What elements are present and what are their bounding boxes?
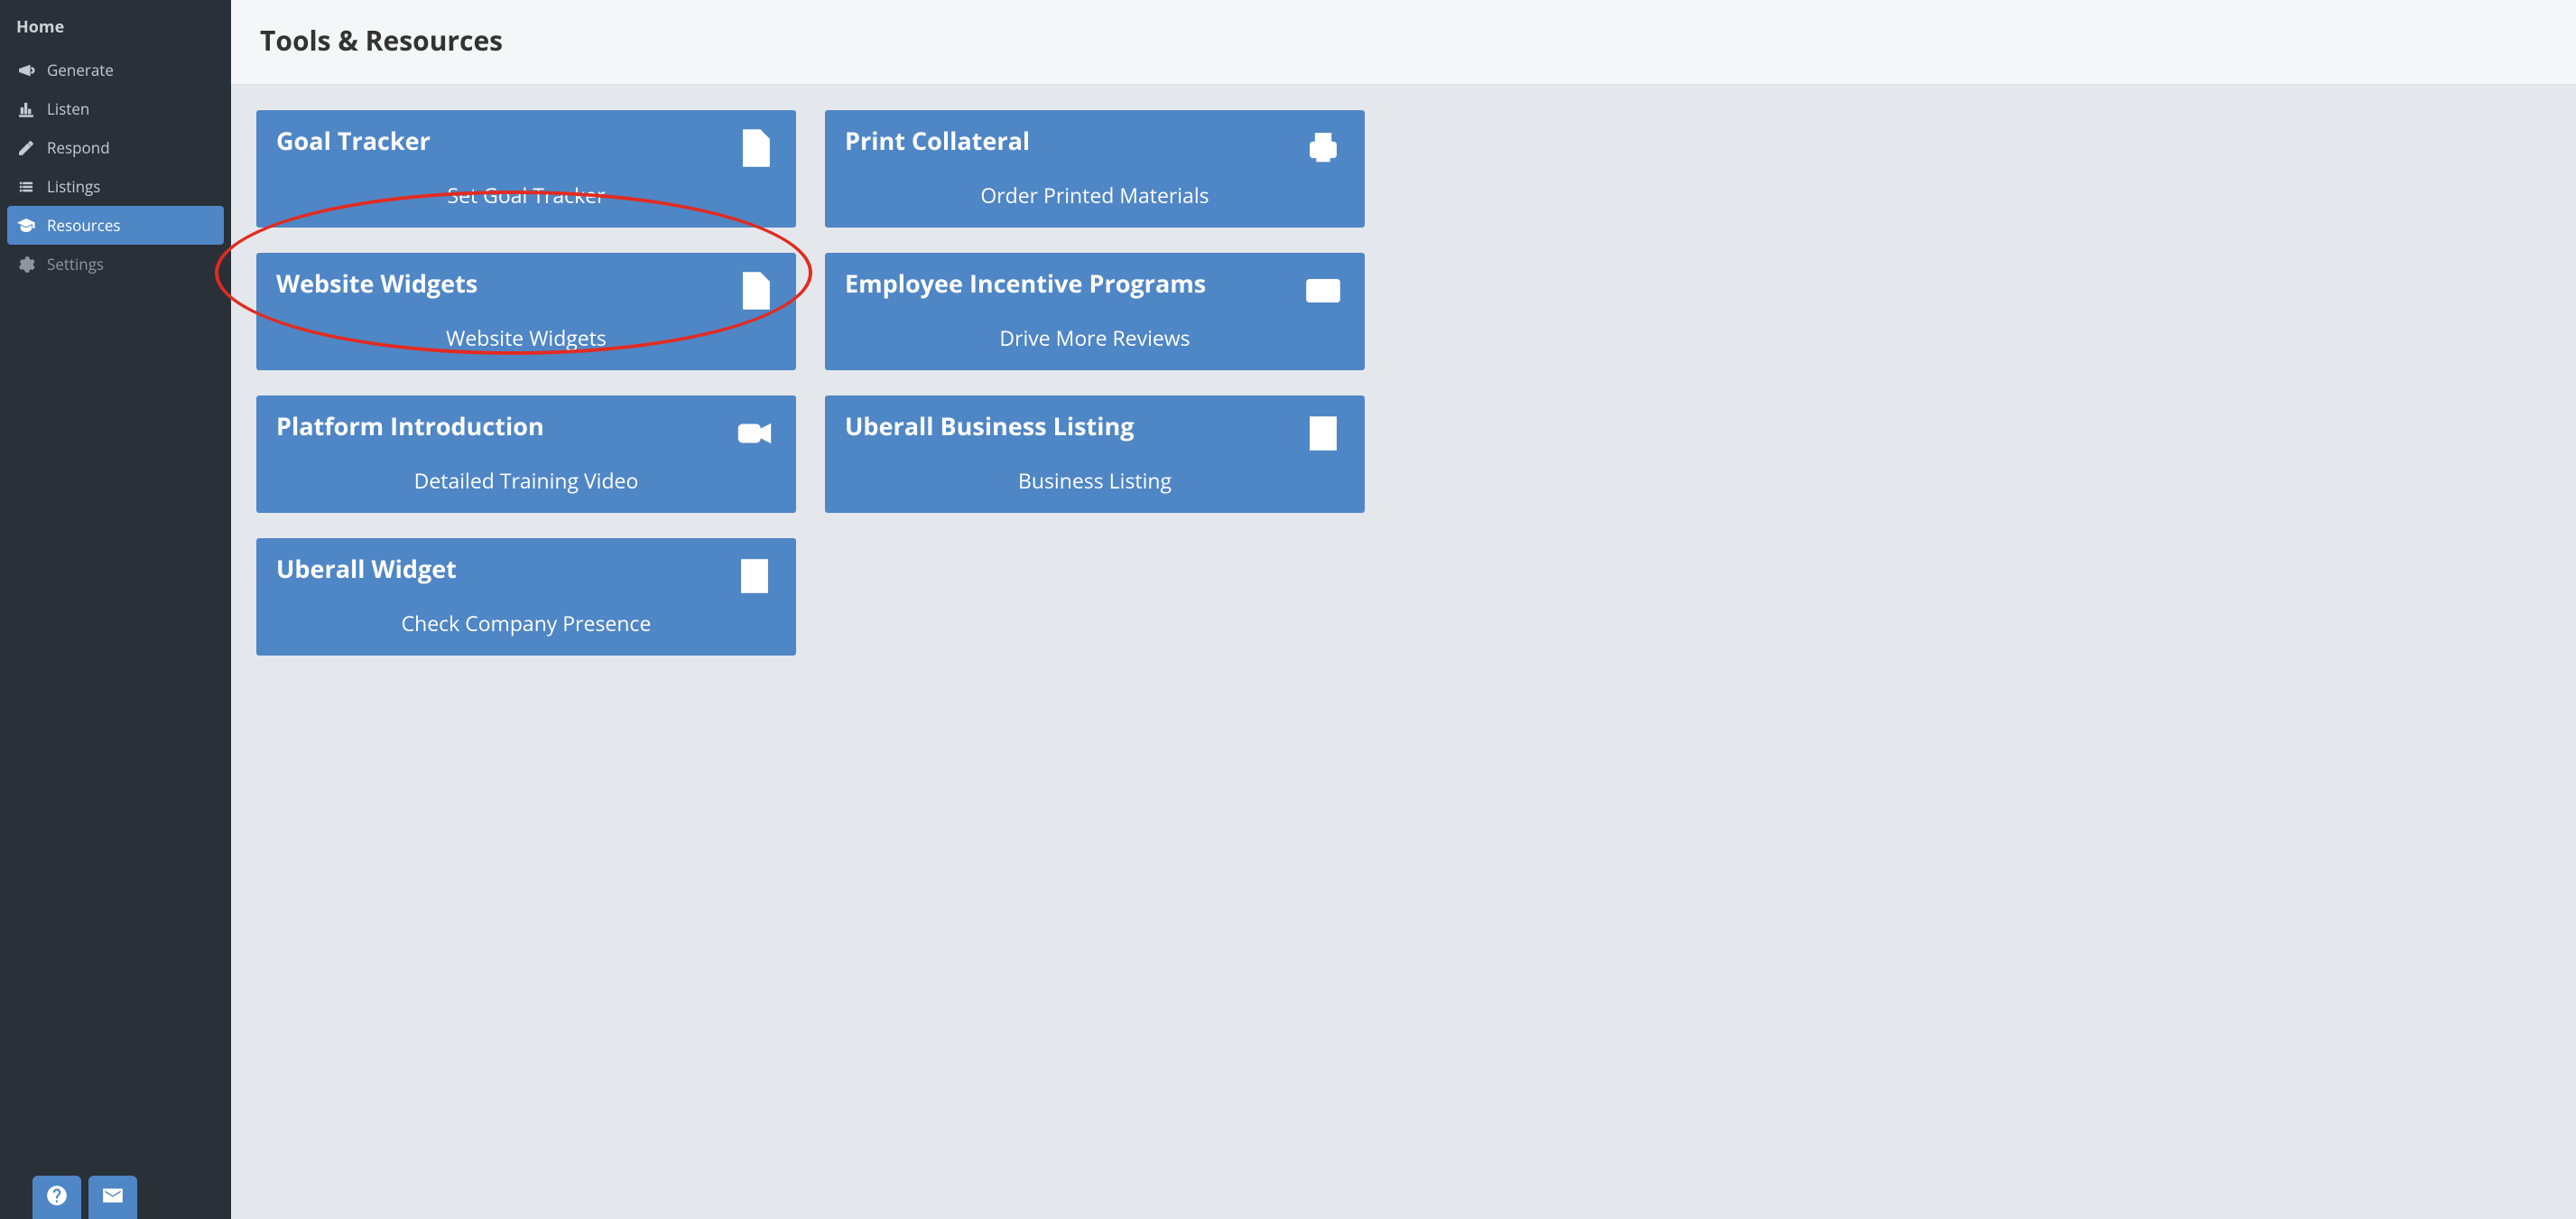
messages-button[interactable] [88, 1176, 137, 1219]
card-title: Platform Introduction [276, 412, 544, 440]
sidebar-item-listings[interactable]: Listings [7, 167, 224, 206]
card-subtitle: Drive More Reviews [845, 323, 1345, 352]
sidebar-item-label: Resources [47, 215, 121, 236]
video-camera-icon [733, 412, 776, 455]
card-title: Employee Incentive Programs [845, 269, 1206, 297]
card-employee-incentive[interactable]: Employee Incentive Programs Drive More R… [825, 253, 1365, 370]
sidebar-item-label: Listings [47, 176, 100, 197]
sidebar-item-settings[interactable]: Settings [7, 245, 224, 284]
sidebar-item-listen[interactable]: Listen [7, 89, 224, 128]
sidebar-nav: Generate Listen Respond Listings [0, 51, 231, 284]
card-title: Website Widgets [276, 269, 477, 297]
image-file-icon [733, 126, 776, 170]
card-subtitle: Business Listing [845, 466, 1345, 495]
card-subtitle: Detailed Training Video [276, 466, 776, 495]
sidebar-item-label: Listen [47, 98, 89, 119]
card-goal-tracker[interactable]: Goal Tracker Set Goal Tracker [256, 110, 796, 228]
list-icon [16, 178, 36, 196]
main-header: Tools & Resources [231, 0, 2576, 85]
megaphone-icon [16, 61, 36, 79]
sidebar-item-label: Generate [47, 60, 114, 80]
card-subtitle: Order Printed Materials [845, 181, 1345, 209]
gear-icon [16, 256, 36, 274]
card-subtitle: Set Goal Tracker [276, 181, 776, 209]
content: Goal Tracker Set Goal Tracker [231, 85, 2576, 1219]
sidebar-bottom-buttons [0, 1161, 137, 1219]
building-icon [733, 554, 776, 598]
edit-icon [16, 139, 36, 157]
help-button[interactable] [32, 1176, 81, 1219]
card-subtitle: Check Company Presence [276, 609, 776, 637]
credit-card-icon [1302, 269, 1345, 312]
sidebar: Home Generate Listen Respond [0, 0, 231, 1219]
sidebar-item-label: Respond [47, 137, 110, 158]
card-subtitle: Website Widgets [276, 323, 776, 352]
sidebar-item-generate[interactable]: Generate [7, 51, 224, 89]
page-title: Tools & Resources [260, 22, 2547, 59]
envelope-icon [101, 1184, 125, 1212]
help-icon [45, 1184, 69, 1212]
card-title: Print Collateral [845, 126, 1030, 154]
card-title: Uberall Widget [276, 554, 457, 582]
sidebar-item-resources[interactable]: Resources [7, 206, 224, 245]
sidebar-item-respond[interactable]: Respond [7, 128, 224, 167]
graduation-cap-icon [16, 217, 36, 235]
printer-icon [1302, 126, 1345, 170]
bar-chart-icon [16, 100, 36, 118]
card-platform-introduction[interactable]: Platform Introduction Detailed Training … [256, 395, 796, 513]
card-uberall-business-listing[interactable]: Uberall Business Listing [825, 395, 1365, 513]
card-print-collateral[interactable]: Print Collateral Order Printed Materials [825, 110, 1365, 228]
building-icon [1302, 412, 1345, 455]
card-title: Uberall Business Listing [845, 412, 1134, 440]
card-grid: Goal Tracker Set Goal Tracker [256, 110, 2551, 656]
sidebar-home-link[interactable]: Home [0, 0, 231, 51]
sidebar-item-label: Settings [47, 254, 104, 275]
card-title: Goal Tracker [276, 126, 431, 154]
card-uberall-widget[interactable]: Uberall Widget [256, 538, 796, 656]
code-file-icon [733, 269, 776, 312]
card-website-widgets[interactable]: Website Widgets Website Widgets [256, 253, 796, 370]
main: Tools & Resources Goal Tracker [231, 0, 2576, 1219]
